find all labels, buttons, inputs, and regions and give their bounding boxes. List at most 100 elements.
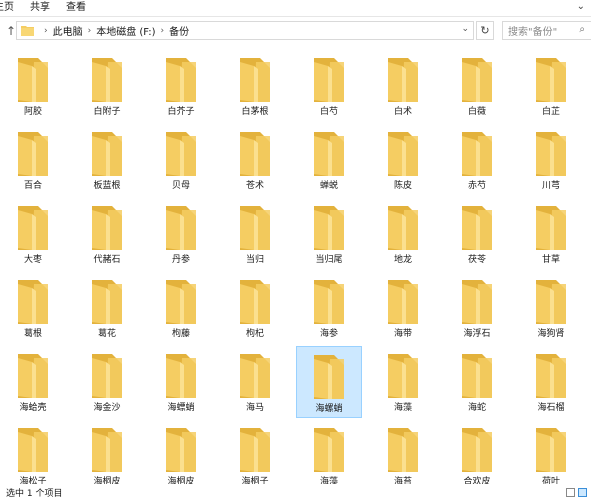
folder-item[interactable]: 海桐皮	[148, 420, 214, 484]
folder-name: 枸藤	[171, 329, 190, 339]
chevron-down-icon[interactable]: ⌄	[461, 24, 469, 34]
folder-icon	[310, 130, 348, 178]
folder-item[interactable]: 海螺蛸	[296, 346, 362, 418]
folder-item[interactable]: 当归尾	[296, 198, 362, 270]
search-placeholder: 搜索"备份"	[508, 27, 558, 38]
folder-item[interactable]: 百合	[0, 124, 66, 196]
tab-view[interactable]: 查看	[58, 0, 94, 16]
details-view-icon[interactable]	[566, 488, 575, 497]
folder-item[interactable]: 海螵蛸	[148, 346, 214, 418]
folder-item[interactable]: 海松子	[0, 420, 66, 484]
folder-item[interactable]: 白芥子	[148, 50, 214, 122]
folder-item[interactable]: 荷叶	[518, 420, 584, 484]
folder-item[interactable]: 代赭石	[74, 198, 140, 270]
folder-item[interactable]: 白术	[370, 50, 436, 122]
folder-item[interactable]: 赤芍	[444, 124, 510, 196]
breadcrumb-this-pc[interactable]: 此电脑	[53, 23, 83, 38]
folder-name: 白术	[393, 107, 412, 117]
large-icons-view-icon[interactable]	[578, 488, 587, 497]
folder-icon	[14, 56, 52, 104]
folder-name: 荷叶	[541, 477, 560, 484]
folder-item[interactable]: 白芍	[296, 50, 362, 122]
folder-item[interactable]: 当归	[222, 198, 288, 270]
folder-item[interactable]: 海马	[222, 346, 288, 418]
folder-item[interactable]: 贝母	[148, 124, 214, 196]
folder-icon	[458, 352, 496, 400]
folder-name: 海桐皮	[167, 477, 195, 484]
folder-item[interactable]: 海金沙	[74, 346, 140, 418]
folder-icon	[88, 278, 126, 326]
folder-icon	[236, 130, 274, 178]
folder-item[interactable]: 合欢皮	[444, 420, 510, 484]
folder-item[interactable]: 海浮石	[444, 272, 510, 344]
folder-item[interactable]: 蝉蜕	[296, 124, 362, 196]
folder-item[interactable]: 海石榴	[518, 346, 584, 418]
folder-name: 当归尾	[315, 255, 343, 265]
folder-icon	[162, 130, 200, 178]
folder-name: 海桐皮	[93, 477, 121, 484]
folder-item[interactable]: 丹参	[148, 198, 214, 270]
folder-name: 板蓝根	[93, 181, 121, 191]
folder-icon	[310, 426, 348, 474]
folder-item[interactable]: 阿胶	[0, 50, 66, 122]
address-bar[interactable]: › 此电脑 › 本地磁盘 (F:) › 备份 ⌄	[16, 21, 474, 40]
folder-item[interactable]: 海藻	[296, 420, 362, 484]
folder-item[interactable]: 白芷	[518, 50, 584, 122]
folder-icon	[162, 426, 200, 474]
folder-icon	[236, 426, 274, 474]
folder-name: 川芎	[541, 181, 560, 191]
folder-name: 陈皮	[393, 181, 412, 191]
folder-item[interactable]: 海桐皮	[74, 420, 140, 484]
folder-item[interactable]: 海带	[370, 272, 436, 344]
folder-item[interactable]: 枸杞	[222, 272, 288, 344]
folder-name: 贝母	[171, 181, 190, 191]
folder-item[interactable]: 海狗肾	[518, 272, 584, 344]
folder-name: 蝉蜕	[319, 181, 338, 191]
folder-item[interactable]: 大枣	[0, 198, 66, 270]
folder-name: 海桐子	[241, 477, 269, 484]
folder-icon	[532, 204, 570, 252]
folder-item[interactable]: 板蓝根	[74, 124, 140, 196]
folder-item[interactable]: 葛花	[74, 272, 140, 344]
folder-item[interactable]: 海蛇	[444, 346, 510, 418]
breadcrumb-backup[interactable]: 备份	[169, 23, 189, 38]
folder-item[interactable]: 枸藤	[148, 272, 214, 344]
folder-item[interactable]: 苍术	[222, 124, 288, 196]
folder-item[interactable]: 海藻	[370, 346, 436, 418]
tab-home[interactable]: 主页	[0, 0, 22, 16]
file-grid: 阿胶 白附子 白芥子 白茅根 白芍 白术 白薇 白芷百合 板蓝根 贝母 苍术 蝉蜕 陈皮 赤芍 川芎大枣 代赭…	[0, 48, 591, 484]
folder-item[interactable]: 海蛤壳	[0, 346, 66, 418]
folder-item[interactable]: 海桐子	[222, 420, 288, 484]
folder-name: 海带	[393, 329, 412, 339]
folder-name: 海参	[319, 329, 338, 339]
folder-icon	[458, 426, 496, 474]
refresh-button[interactable]: ↻	[476, 21, 494, 40]
search-input[interactable]: 搜索"备份" ⌕	[502, 21, 591, 40]
folder-name: 葛根	[23, 329, 42, 339]
folder-icon	[310, 278, 348, 326]
folder-item[interactable]: 甘草	[518, 198, 584, 270]
folder-name: 海螵蛸	[167, 403, 195, 413]
breadcrumb-drive[interactable]: 本地磁盘 (F:)	[96, 23, 155, 38]
folder-item[interactable]: 陈皮	[370, 124, 436, 196]
folder-item[interactable]: 白薇	[444, 50, 510, 122]
folder-item[interactable]: 川芎	[518, 124, 584, 196]
folder-item[interactable]: 白附子	[74, 50, 140, 122]
folder-item[interactable]: 葛根	[0, 272, 66, 344]
folder-icon	[384, 426, 422, 474]
chevron-right-icon: ›	[44, 25, 48, 36]
folder-item[interactable]: 海苔	[370, 420, 436, 484]
folder-name: 甘草	[541, 255, 560, 265]
tab-share[interactable]: 共享	[22, 0, 58, 16]
folder-item[interactable]: 海参	[296, 272, 362, 344]
folder-icon	[310, 353, 348, 401]
folder-item[interactable]: 白茅根	[222, 50, 288, 122]
folder-name: 白茅根	[241, 107, 269, 117]
folder-name: 代赭石	[93, 255, 121, 265]
folder-icon	[21, 25, 34, 36]
folder-name: 海狗肾	[537, 329, 565, 339]
folder-item[interactable]: 茯苓	[444, 198, 510, 270]
folder-item[interactable]: 地龙	[370, 198, 436, 270]
folder-name: 海苔	[393, 477, 412, 484]
ribbon-expand-icon[interactable]: ⌄	[577, 1, 585, 12]
